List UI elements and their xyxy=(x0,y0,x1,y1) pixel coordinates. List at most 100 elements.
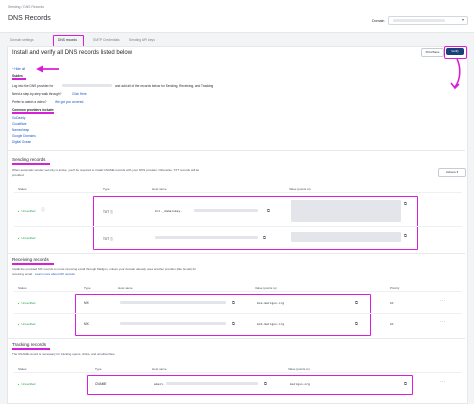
tab-smtp-credentials[interactable]: SMTP Credentials xyxy=(93,36,120,44)
col-value: Value (points to) xyxy=(289,187,311,191)
col-host: Host name xyxy=(152,187,167,191)
sending-desc: When automatic sender security is active… xyxy=(12,168,200,172)
row-divider xyxy=(14,226,462,227)
install-heading: Install and verify all DNS records liste… xyxy=(12,50,133,56)
record-type: MX xyxy=(84,301,89,305)
provider-link[interactable]: Google Domains xyxy=(12,134,36,138)
col-host: Host name xyxy=(118,286,133,290)
provider-link[interactable]: GoDaddy xyxy=(12,116,25,120)
receiving-desc: Install the provided MX records to route… xyxy=(12,267,197,271)
domain-redacted xyxy=(62,84,112,87)
sending-underline-annotation xyxy=(12,163,50,165)
providers-underline-annotation xyxy=(12,112,54,114)
copy-icon[interactable]: ⧉ xyxy=(264,381,267,386)
top-bar: Sending / DNS Records DNS Records Domain… xyxy=(0,0,474,33)
guides-line2: Need a step-by-step walk through? xyxy=(12,92,62,96)
copy-icon[interactable]: ⧉ xyxy=(404,201,407,206)
col-priority: Priority xyxy=(390,286,400,290)
guides-line1: Log into the DNS provider for xyxy=(12,84,54,88)
tab-domain-settings[interactable]: Domain settings xyxy=(10,36,34,44)
receiving-records-title: Receiving records xyxy=(12,257,49,262)
status-badge: Unverified xyxy=(18,301,35,305)
walkthrough-link[interactable]: Click Here xyxy=(72,92,87,96)
actions-dropdown[interactable]: Actions ▾ xyxy=(438,168,466,177)
record-type: TXT ⓘ xyxy=(103,210,114,214)
host-redacted xyxy=(155,236,258,239)
info-icon[interactable]: ⓘ xyxy=(41,207,45,213)
value-redacted xyxy=(291,200,401,222)
status-badge: Unverified xyxy=(18,382,35,386)
record-priority: 10 xyxy=(390,322,394,326)
tab-sending-api-keys[interactable]: Sending API keys xyxy=(129,36,155,44)
domain-label: Domain xyxy=(372,19,385,23)
copy-icon[interactable]: ⧉ xyxy=(232,321,235,326)
copy-icon[interactable]: ⧉ xyxy=(404,233,407,238)
header-divider xyxy=(14,291,462,292)
sending-records-title: Sending records xyxy=(12,157,46,162)
header-divider xyxy=(14,372,462,373)
provider-link[interactable]: Digital Ocean xyxy=(12,140,31,144)
more-options-icon[interactable]: ··· xyxy=(440,319,446,324)
domain-value-redacted xyxy=(393,19,445,22)
col-status: Status xyxy=(18,367,27,371)
copy-icon[interactable]: ⧉ xyxy=(232,300,235,305)
host-redacted xyxy=(120,322,226,325)
status-badge: Unverified xyxy=(18,236,35,240)
row-divider xyxy=(14,313,462,314)
copy-icon[interactable]: ⧉ xyxy=(404,381,407,386)
col-type: Type xyxy=(84,286,91,290)
section-divider xyxy=(8,338,465,339)
dns-records-page: Sending / DNS Records DNS Records Domain… xyxy=(0,0,474,404)
header-divider xyxy=(14,192,462,193)
guides-underline-annotation xyxy=(12,78,26,80)
record-value: mailgun.org xyxy=(290,382,310,386)
receiving-desc-2: receiving email. xyxy=(12,272,33,276)
curved-arrow-annotation xyxy=(450,58,461,90)
host-redacted xyxy=(194,209,258,212)
col-value: Value (points to) xyxy=(255,286,277,290)
section-divider xyxy=(8,150,465,151)
copy-icon[interactable]: ⧉ xyxy=(263,235,266,240)
tracking-underline-annotation xyxy=(12,348,50,350)
value-redacted xyxy=(291,232,401,242)
host-name: k=i._domainkey. xyxy=(155,209,183,213)
tracking-records-title: Tracking records xyxy=(12,342,47,347)
more-options-icon[interactable]: ··· xyxy=(440,298,446,303)
col-type: Type xyxy=(103,187,110,191)
tracking-records-highlight-annotation xyxy=(87,375,413,395)
record-value: mxb.mailgun.org xyxy=(257,322,285,326)
col-type: Type xyxy=(95,367,102,371)
guides-line1b: and add all of the records below for Sen… xyxy=(115,84,214,88)
copy-icon[interactable]: ⧉ xyxy=(355,321,358,326)
host-redacted xyxy=(120,301,226,304)
copy-icon[interactable]: ⧉ xyxy=(267,208,270,213)
left-arrow-annotation xyxy=(36,65,59,73)
tracking-desc: The CNAME record is necessary for tracki… xyxy=(12,352,116,356)
page-title: DNS Records xyxy=(8,15,51,22)
receiving-underline-annotation xyxy=(12,263,54,265)
status-badge: Unverified xyxy=(18,209,35,213)
sending-desc-2: provided. xyxy=(12,173,25,177)
host-redacted xyxy=(166,382,258,385)
record-priority: 10 xyxy=(390,301,394,305)
more-options-icon[interactable]: ··· xyxy=(440,379,446,384)
print-save-button[interactable]: Print/Save xyxy=(421,48,444,57)
record-type: TXT ⓘ xyxy=(103,237,114,241)
col-status: Status xyxy=(18,187,27,191)
copy-icon[interactable]: ⧉ xyxy=(355,300,358,305)
hide-all-link[interactable]: ^ Hide all xyxy=(12,67,25,71)
record-value: mxa.mailgun.org xyxy=(257,301,285,305)
guides-line3: Prefer to watch a video? xyxy=(12,100,47,104)
record-type: MX xyxy=(84,322,89,326)
mx-records-link[interactable]: Learn more about MX records xyxy=(35,272,75,276)
domain-select[interactable]: ▾ xyxy=(388,16,468,25)
provider-link[interactable]: Cloudflare xyxy=(12,122,27,126)
status-badge: Unverified xyxy=(18,322,35,326)
video-link[interactable]: We got you covered. xyxy=(55,100,84,104)
breadcrumb[interactable]: Sending / DNS Records xyxy=(8,5,44,9)
col-status: Status xyxy=(18,286,27,290)
chevron-down-icon: ▾ xyxy=(461,17,464,22)
record-type: CNAME xyxy=(95,382,107,386)
col-host: Host name xyxy=(152,367,167,371)
provider-link[interactable]: Namecheap xyxy=(12,128,29,132)
